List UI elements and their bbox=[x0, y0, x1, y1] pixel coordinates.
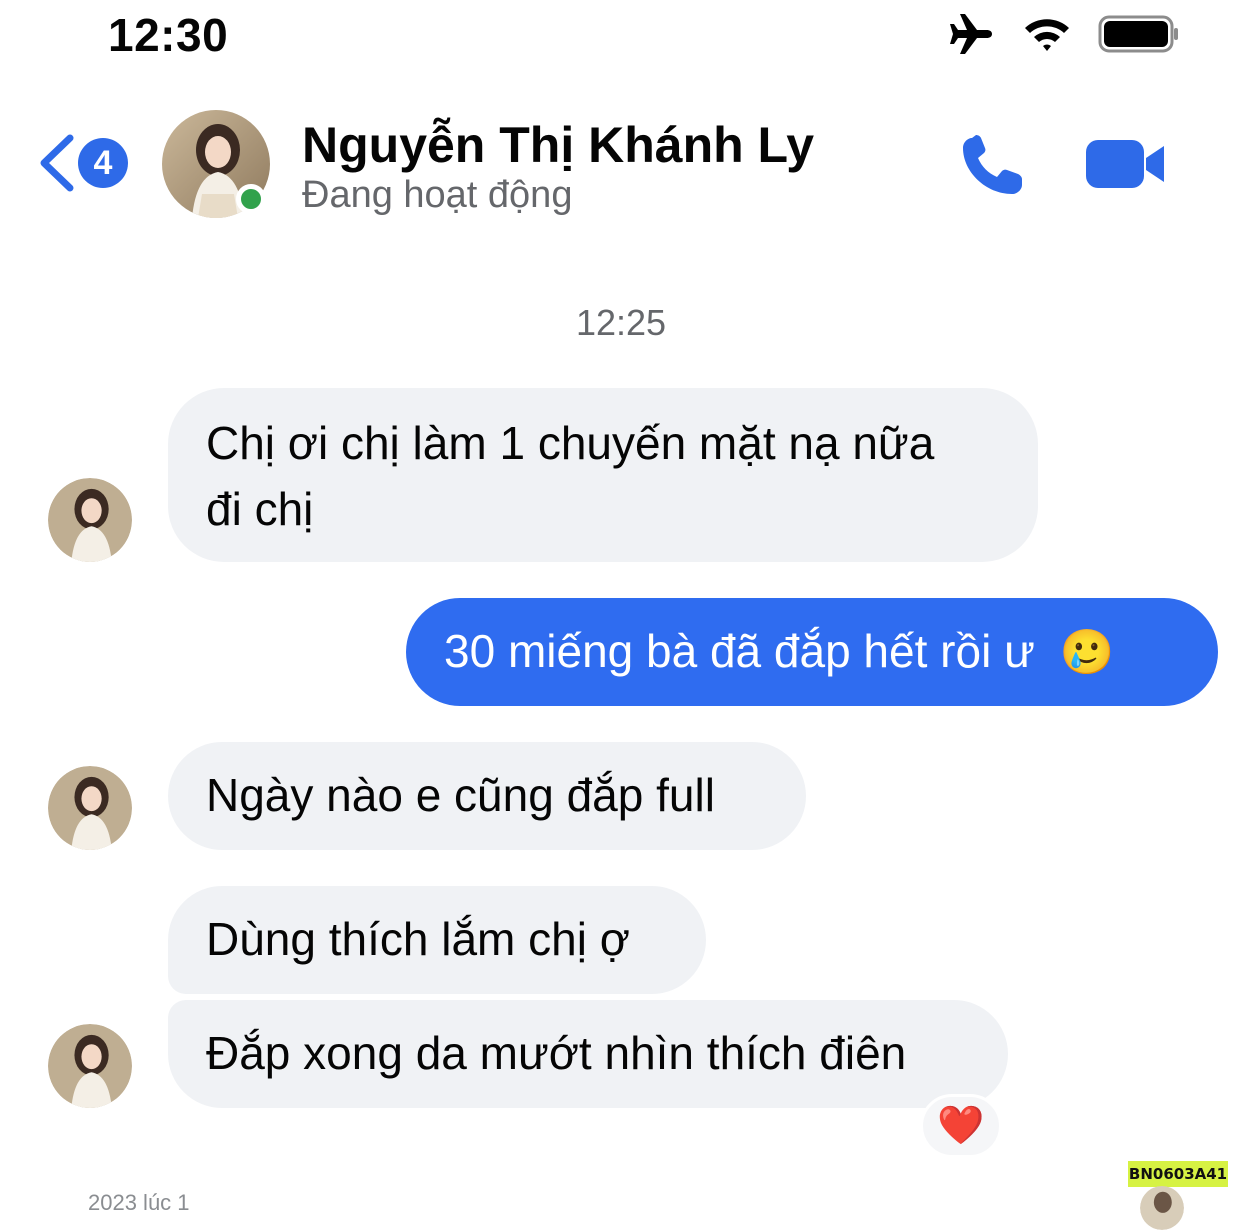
watermark-label: BN0603A41 bbox=[1128, 1161, 1228, 1187]
message-bubble-incoming[interactable]: Đắp xong da mướt nhìn thích điên bbox=[168, 1000, 1008, 1108]
message-text: Dùng thích lắm chị ợ bbox=[206, 913, 630, 965]
back-button[interactable]: 4 bbox=[36, 134, 136, 196]
sender-avatar[interactable] bbox=[48, 766, 132, 850]
airplane-icon bbox=[948, 12, 996, 61]
message-text-line: Chị ơi chị làm 1 chuyến mặt nạ nữa bbox=[206, 417, 935, 469]
unread-count-badge: 4 bbox=[78, 138, 128, 188]
message-text: Đắp xong da mướt nhìn thích điên bbox=[206, 1027, 907, 1079]
contact-name[interactable]: Nguyễn Thị Khánh Ly bbox=[302, 116, 814, 174]
message-bubble-outgoing[interactable]: 30 miếng bà đã đắp hết rồi ư 🥲 bbox=[406, 598, 1218, 706]
phone-icon bbox=[958, 135, 1028, 202]
message-bubble-incoming[interactable]: Dùng thích lắm chị ợ bbox=[168, 886, 706, 994]
message-reaction[interactable]: ❤️ bbox=[920, 1094, 1002, 1158]
sender-avatar[interactable] bbox=[48, 1024, 132, 1108]
chat-header: 4 Nguyễn Thị Khánh Ly Đang hoạt động bbox=[0, 90, 1242, 230]
emoji-smiling-tear: 🥲 bbox=[1059, 628, 1115, 677]
battery-icon bbox=[1098, 14, 1180, 59]
back-chevron-icon bbox=[36, 132, 76, 199]
video-camera-icon bbox=[1084, 140, 1168, 196]
sender-avatar[interactable] bbox=[48, 478, 132, 562]
contact-active-status: Đang hoạt động bbox=[302, 174, 573, 216]
message-text: 30 miếng bà đã đắp hết rồi ư bbox=[444, 625, 1035, 677]
status-time: 12:30 bbox=[108, 9, 229, 61]
online-status-dot bbox=[236, 184, 266, 214]
message-timestamp: 12:25 bbox=[575, 302, 667, 343]
message-text: Ngày nào e cũng đắp full bbox=[206, 769, 715, 821]
voice-call-button[interactable] bbox=[958, 134, 1028, 198]
message-bubble-incoming[interactable]: Ngày nào e cũng đắp full bbox=[168, 742, 806, 850]
message-text-line: đi chị bbox=[206, 483, 314, 535]
message-bubble-incoming[interactable]: Chị ơi chị làm 1 chuyến mặt nạ nữa đi ch… bbox=[168, 388, 1038, 562]
status-icons bbox=[948, 12, 1180, 61]
wifi-icon bbox=[1022, 14, 1072, 59]
partial-footer-text: 2023 lúc 1 bbox=[88, 1190, 190, 1215]
heart-reaction-emoji: ❤️ bbox=[937, 1105, 985, 1147]
video-call-button[interactable] bbox=[1084, 136, 1168, 192]
seen-avatar bbox=[1140, 1186, 1184, 1230]
